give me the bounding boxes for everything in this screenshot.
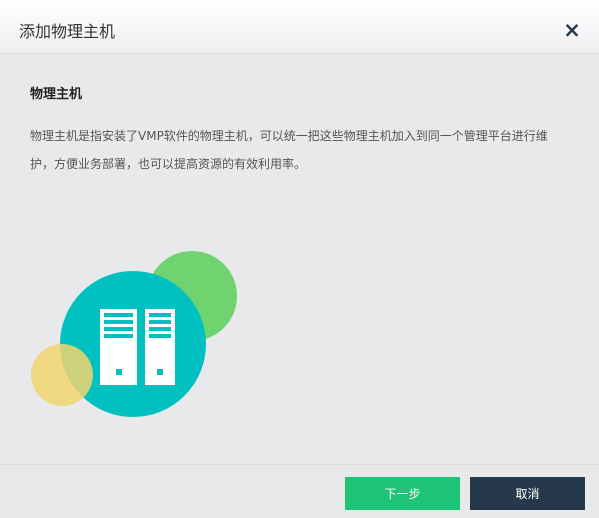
description: 物理主机是指安装了VMP软件的物理主机，可以统一把这些物理主机加入到同一个管理平… [30, 122, 580, 178]
cancel-button[interactable]: 取消 [470, 477, 585, 510]
section-title: 物理主机 [30, 87, 83, 102]
dialog-header: 添加物理主机 × [0, 0, 599, 54]
server-rack-icon [31, 251, 237, 417]
server-left [100, 309, 137, 385]
close-icon[interactable]: × [561, 19, 583, 41]
add-physical-host-dialog: 添加物理主机 × 物理主机 物理主机是指安装了VMP软件的物理主机，可以统一把这… [0, 0, 599, 518]
description-line-2: 护，方便业务部署，也可以提高资源的有效利用率。 [30, 157, 307, 171]
description-line-1: 物理主机是指安装了VMP软件的物理主机，可以统一把这些物理主机加入到同一个管理平… [30, 129, 548, 143]
physical-host-illustration [25, 245, 245, 425]
server-right [145, 309, 175, 385]
next-button[interactable]: 下一步 [345, 477, 460, 510]
dialog-footer: 下一步 取消 [0, 464, 599, 518]
dialog-title: 添加物理主机 [19, 22, 116, 41]
yellow-circle [31, 344, 93, 406]
